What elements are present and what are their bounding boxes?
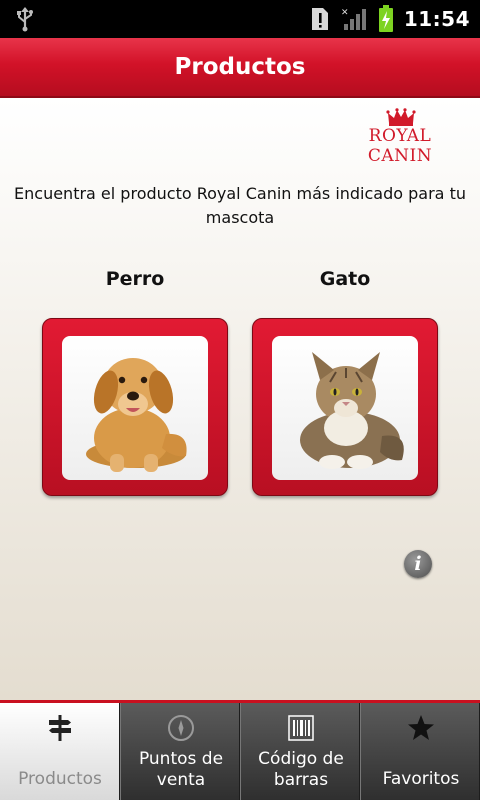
tab-label: Productos — [18, 769, 102, 789]
dog-label: Perro — [105, 268, 165, 290]
dog-button[interactable] — [42, 318, 228, 496]
tab-label: Código de barras — [258, 749, 344, 790]
crown-icon — [386, 108, 416, 126]
tab-codigo-de-barras[interactable]: Código de barras — [240, 703, 360, 800]
compass-icon — [168, 715, 194, 741]
star-icon — [408, 715, 434, 740]
status-time: 11:54 — [403, 7, 470, 31]
logo-text: ROYAL CANIN — [367, 126, 433, 166]
signal-icon: ✕ — [341, 8, 366, 30]
usb-icon — [17, 7, 33, 32]
info-icon[interactable]: i — [404, 550, 432, 578]
dog-image — [62, 336, 208, 480]
main-content: ROYAL CANIN Encuentra el producto Royal … — [0, 98, 480, 700]
status-bar: ✕ 11:54 — [0, 0, 480, 38]
alert-icon — [311, 8, 328, 30]
battery-charging-icon — [378, 5, 393, 32]
title-bar: Productos — [0, 38, 480, 98]
tab-label: Puntos de venta — [138, 749, 224, 790]
cat-button[interactable] — [252, 318, 438, 496]
cat-image — [272, 336, 418, 480]
tab-puntos-de-venta[interactable]: Puntos de venta — [120, 703, 240, 800]
signpost-icon — [49, 715, 71, 741]
barcode-icon — [288, 715, 314, 741]
page-title: Productos — [174, 54, 306, 80]
cat-label: Gato — [319, 268, 371, 290]
svg-text:✕: ✕ — [341, 8, 349, 18]
royal-canin-logo: ROYAL CANIN — [334, 108, 466, 166]
tab-bar: Productos Puntos de venta Código de barr… — [0, 703, 480, 800]
tab-productos[interactable]: Productos — [0, 703, 120, 800]
tab-label: Favoritos — [382, 769, 460, 789]
intro-text: Encuentra el producto Royal Canin más in… — [14, 184, 466, 227]
tab-favoritos[interactable]: Favoritos — [360, 703, 480, 800]
